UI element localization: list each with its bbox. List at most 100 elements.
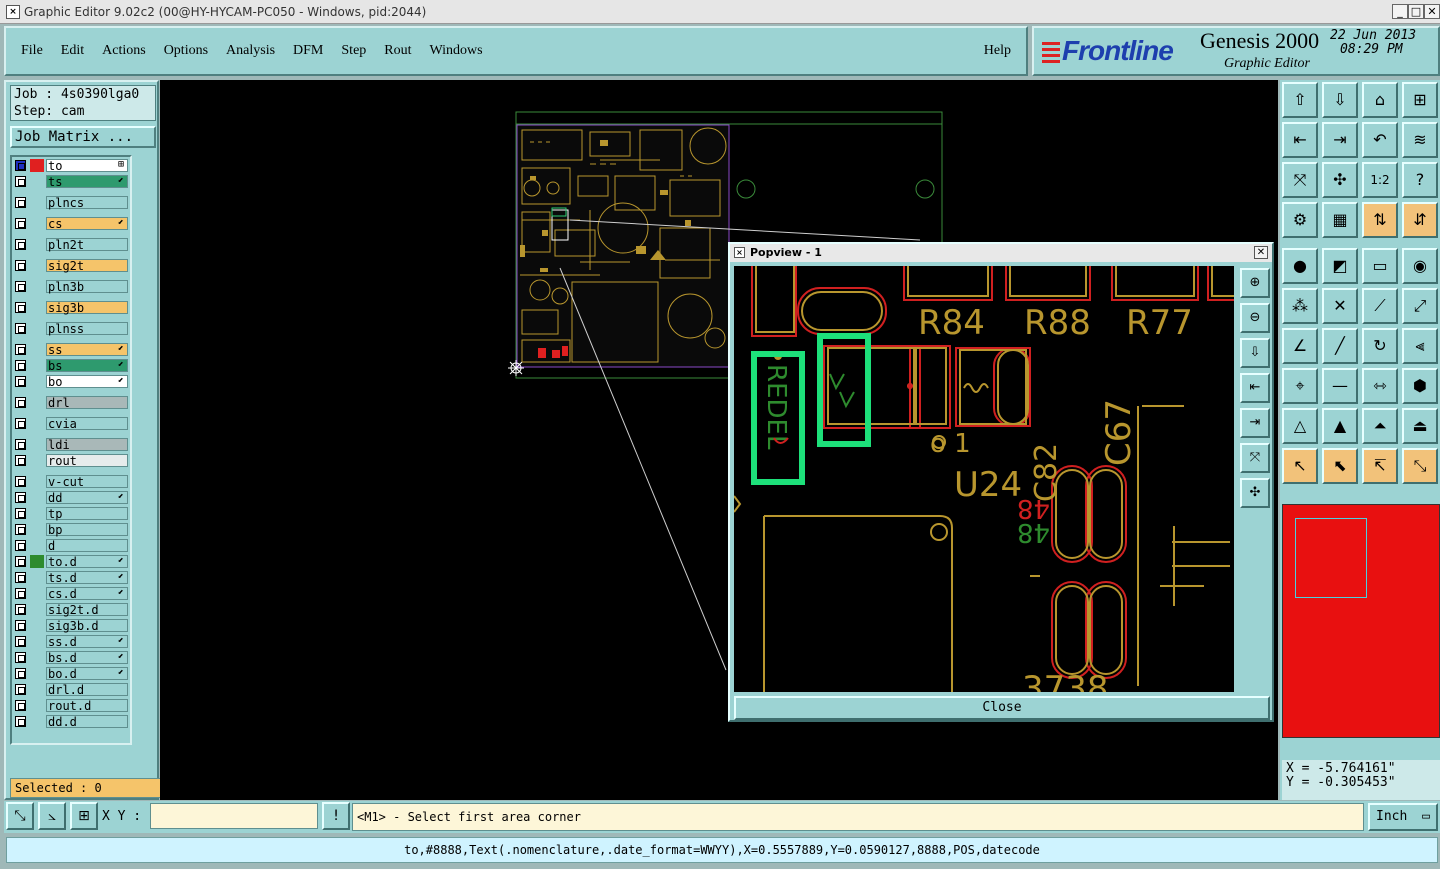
triangle-button[interactable]: △: [1282, 408, 1318, 444]
scale-button[interactable]: 1:2: [1362, 162, 1398, 198]
menu-file[interactable]: File: [21, 43, 43, 59]
pan-right-button[interactable]: ⇥: [1322, 122, 1358, 158]
distance-button[interactable]: ⇿: [1362, 368, 1398, 404]
layer-name[interactable]: cs ⬋: [46, 217, 128, 230]
help-button[interactable]: ?: [1402, 162, 1438, 198]
undo-zoom-button[interactable]: ↶: [1362, 122, 1398, 158]
select-box-button[interactable]: ⬉: [1322, 448, 1358, 484]
layer-name[interactable]: ts ⬋: [46, 175, 128, 188]
layer-name[interactable]: d: [46, 539, 128, 552]
layer-checkbox[interactable]: [15, 588, 26, 599]
pad-button[interactable]: ●: [1282, 248, 1318, 284]
xy-input[interactable]: [150, 803, 318, 829]
layer-row[interactable]: bs.d ⬋: [12, 651, 130, 665]
menu-analysis[interactable]: Analysis: [226, 43, 275, 59]
layer-row[interactable]: plncs: [12, 196, 130, 210]
layer-row[interactable]: ss.d ⬋: [12, 635, 130, 649]
layer-name[interactable]: plnss: [46, 322, 128, 335]
layer-checkbox[interactable]: [15, 620, 26, 631]
popview-right-icon[interactable]: ⇥: [1240, 408, 1270, 438]
layer-row[interactable]: bs ⬋: [12, 359, 130, 373]
layer-name[interactable]: ts.d ⬋: [46, 571, 128, 584]
menu-help[interactable]: Help: [984, 43, 1011, 59]
layer-row[interactable]: sig3b.d: [12, 619, 130, 633]
mirror-button[interactable]: ⫷: [1402, 328, 1438, 364]
layer-checkbox[interactable]: [15, 572, 26, 583]
layer-color-swatch[interactable]: [30, 555, 44, 568]
layer-checkbox[interactable]: [15, 439, 26, 450]
layer-row[interactable]: cs ⬋: [12, 217, 130, 231]
connect-button[interactable]: ⁂: [1282, 288, 1318, 324]
popview-fit-icon[interactable]: ⤧: [1240, 443, 1270, 473]
unit-selector[interactable]: Inch ▭: [1368, 803, 1438, 831]
layer-row[interactable]: bo ⬋: [12, 375, 130, 389]
layer-checkbox[interactable]: [15, 360, 26, 371]
menu-dfm[interactable]: DFM: [293, 43, 323, 59]
layer-checkbox[interactable]: [15, 540, 26, 551]
menu-actions[interactable]: Actions: [102, 43, 146, 59]
layer-checkbox[interactable]: [15, 604, 26, 615]
layer-name[interactable]: drl: [46, 396, 128, 409]
tools-button[interactable]: ⚙: [1282, 202, 1318, 238]
grid-snap-icon[interactable]: ⊞: [70, 802, 98, 830]
layer-name[interactable]: sig2t.d: [46, 603, 128, 616]
minus-button[interactable]: —: [1322, 368, 1358, 404]
window-split-button[interactable]: ⊞: [1402, 82, 1438, 118]
layer-checkbox[interactable]: [15, 652, 26, 663]
layer-checkbox[interactable]: [15, 716, 26, 727]
shapes-button[interactable]: ⬢: [1402, 368, 1438, 404]
alert-icon[interactable]: !: [322, 802, 350, 830]
menu-rout[interactable]: Rout: [384, 43, 411, 59]
open-step-button[interactable]: ⇧: [1282, 82, 1318, 118]
layer-row[interactable]: rout: [12, 454, 130, 468]
measure-button[interactable]: ⌖: [1282, 368, 1318, 404]
layer-name[interactable]: v-cut: [46, 475, 128, 488]
layer-checkbox[interactable]: [15, 260, 26, 271]
layer-checkbox[interactable]: [15, 344, 26, 355]
layer-name[interactable]: plncs: [46, 196, 128, 209]
layer-checkbox[interactable]: [15, 684, 26, 695]
layer-name[interactable]: bs.d ⬋: [46, 651, 128, 664]
layer-row[interactable]: pln2t: [12, 238, 130, 252]
line-add-button[interactable]: ⟋: [1362, 288, 1398, 324]
layer-checkbox[interactable]: [15, 239, 26, 250]
layer-name[interactable]: sig3b.d: [46, 619, 128, 632]
menu-windows[interactable]: Windows: [430, 43, 483, 59]
layer-row[interactable]: v-cut: [12, 475, 130, 489]
layer-row[interactable]: rout.d: [12, 699, 130, 713]
layer-row[interactable]: bo.d ⬋: [12, 667, 130, 681]
layer-checkbox[interactable]: [15, 397, 26, 408]
layer-row[interactable]: bp: [12, 523, 130, 537]
save-button[interactable]: ⇩: [1322, 82, 1358, 118]
grid-button[interactable]: ▦: [1322, 202, 1358, 238]
layer-checkbox[interactable]: [15, 176, 26, 187]
pan-left-button[interactable]: ⇤: [1282, 122, 1318, 158]
layer-row[interactable]: ts ⬋: [12, 175, 130, 189]
layer-row[interactable]: drl: [12, 396, 130, 410]
menu-edit[interactable]: Edit: [61, 43, 84, 59]
angle-button[interactable]: ∠: [1282, 328, 1318, 364]
popview-zoom-in-icon[interactable]: ⊕: [1240, 268, 1270, 298]
layer-name[interactable]: to.d ⬋: [46, 555, 128, 568]
popview-left-icon[interactable]: ⇤: [1240, 373, 1270, 403]
layer-row[interactable]: sig2t: [12, 259, 130, 273]
triangle-split-button[interactable]: ⏏: [1402, 408, 1438, 444]
layer-row[interactable]: dd ⬋: [12, 491, 130, 505]
layer-row[interactable]: dd.d: [12, 715, 130, 729]
layer-checkbox[interactable]: [15, 455, 26, 466]
popview-close-button[interactable]: Close: [734, 696, 1270, 720]
layer-name[interactable]: dd.d: [46, 715, 128, 728]
layer-row[interactable]: tp: [12, 507, 130, 521]
layer-row[interactable]: to.d ⬋: [12, 555, 130, 569]
measure-mode-icon[interactable]: ⦣: [38, 802, 66, 830]
popview-canvas[interactable]: R84 R88 R77 U24 o 1 C82 C67 48 48 3738 R…: [734, 266, 1234, 692]
layer-name[interactable]: pln3b: [46, 280, 128, 293]
layer-row[interactable]: pln3b: [12, 280, 130, 294]
redraw-button[interactable]: ≋: [1402, 122, 1438, 158]
popview-zoom-out-icon[interactable]: ⊖: [1240, 303, 1270, 333]
layer-name[interactable]: to ⊞: [46, 159, 128, 172]
home-button[interactable]: ⌂: [1362, 82, 1398, 118]
layer-row[interactable]: cs.d ⬋: [12, 587, 130, 601]
layer-name[interactable]: bo ⬋: [46, 375, 128, 388]
layer-checkbox[interactable]: [15, 492, 26, 503]
